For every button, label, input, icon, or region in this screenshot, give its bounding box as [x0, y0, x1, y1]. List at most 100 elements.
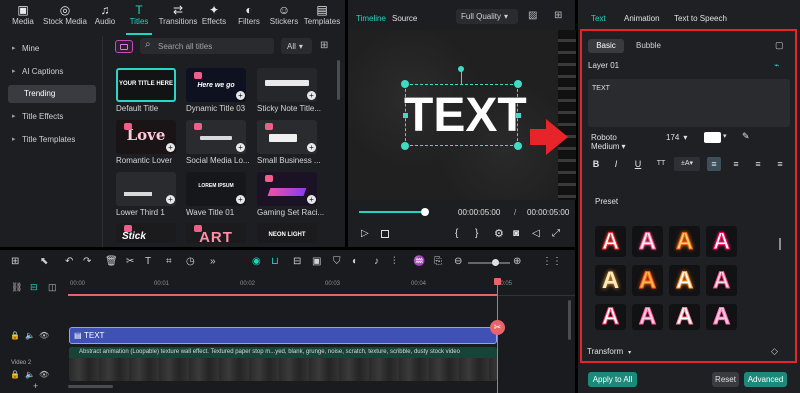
transform-section[interactable]: Transform ▾	[587, 347, 631, 356]
image-icon[interactable]: ▣	[312, 256, 321, 267]
playhead-marker[interactable]	[494, 278, 501, 285]
preset-item[interactable]: A	[669, 265, 700, 296]
preview-title-text[interactable]: TEXT	[404, 86, 527, 146]
timeline-scrollbar-v[interactable]	[568, 300, 571, 340]
toolbar-media[interactable]: ▣ Media	[2, 3, 44, 26]
color-icon[interactable]: ◐	[352, 256, 358, 267]
preset-item[interactable]: A	[595, 265, 626, 296]
preset-item[interactable]: A	[632, 226, 663, 257]
sidebar-item-trending[interactable]: Trending	[8, 85, 96, 103]
resize-handle[interactable]	[514, 80, 522, 88]
title-thumbnail-stick[interactable]: Stick	[116, 223, 176, 243]
toolbar-stock-media[interactable]: ◎ Stock Media	[41, 3, 89, 26]
add-icon[interactable]: +	[236, 143, 245, 152]
title-thumbnail-sticky[interactable]: +	[257, 68, 317, 102]
apply-to-all-button[interactable]: Apply to All	[588, 372, 637, 387]
shield-icon[interactable]: ⛉	[333, 256, 341, 267]
timeline-playhead[interactable]	[497, 279, 498, 393]
resize-handle[interactable]	[401, 142, 409, 150]
title-thumbnail-social[interactable]: +	[186, 120, 246, 154]
resize-handle[interactable]	[514, 142, 522, 150]
sidebar-item-ai-captions[interactable]: ▸ AI Captions	[8, 63, 96, 81]
title-thumbnail-gaming[interactable]: +	[257, 172, 317, 206]
library-scrollbar[interactable]	[337, 60, 340, 100]
select-tool-icon[interactable]: ⬉	[40, 256, 48, 267]
more-icon[interactable]: »	[210, 256, 216, 267]
search-box[interactable]: ⌕ Search all titles	[140, 38, 274, 54]
cut-icon[interactable]: ✂	[126, 256, 134, 267]
title-thumbnail-neon[interactable]: NEON LIGHT	[257, 223, 317, 243]
preset-scrollbar[interactable]	[779, 238, 781, 250]
title-thumbnail-dynamic[interactable]: Here we go +	[186, 68, 246, 102]
underline-button[interactable]: U	[632, 157, 644, 171]
mixer-icon[interactable]: ⫶	[393, 256, 396, 267]
split-scissors-icon[interactable]: ✂	[490, 320, 505, 335]
mark-in-icon[interactable]: {	[455, 228, 458, 239]
spacing-dropdown[interactable]: ±A▾	[674, 157, 700, 171]
preset-item[interactable]: A	[632, 265, 663, 296]
subtab-basic[interactable]: Basic	[588, 39, 624, 53]
add-icon[interactable]: +	[166, 195, 175, 204]
text-input-area[interactable]	[588, 79, 790, 127]
grid-view-icon[interactable]: ⊞	[320, 40, 328, 51]
title-thumbnail-default[interactable]: YOUR TITLE HERE	[116, 68, 176, 102]
snapshot-view-icon[interactable]: ▨	[528, 10, 537, 21]
text-clip[interactable]: ▤ TEXT	[69, 327, 497, 344]
tab-text[interactable]: Text	[591, 14, 606, 23]
mute-icon[interactable]: 🔈	[25, 331, 35, 340]
mark-out-icon[interactable]: }	[475, 228, 478, 239]
resize-handle[interactable]	[403, 113, 408, 118]
settings-icon[interactable]: ⚙	[494, 227, 504, 240]
zoom-slider[interactable]	[468, 262, 510, 264]
preset-item[interactable]: A	[669, 303, 700, 330]
add-track-icon[interactable]: +	[33, 381, 38, 391]
ai-icon[interactable]: ◉	[252, 256, 261, 267]
delete-icon[interactable]: 🗑	[105, 256, 118, 267]
split-icon[interactable]: ⊟	[293, 256, 301, 267]
title-thumbnail-romantic[interactable]: Love +	[116, 120, 176, 154]
zoom-knob[interactable]	[492, 259, 499, 266]
quality-dropdown[interactable]: Full Quality ▾	[456, 9, 518, 24]
zoom-out-icon[interactable]: ⊖	[454, 256, 462, 267]
title-thumbnail-wave[interactable]: LOREM IPSUM +	[186, 172, 246, 206]
playhead-knob[interactable]	[420, 208, 429, 216]
grid-display-icon[interactable]: ⊞	[554, 10, 562, 21]
eye-icon[interactable]: 👁	[39, 331, 49, 340]
toolbar-stickers[interactable]: ☺ Stickers	[263, 3, 305, 26]
search-input[interactable]: Search all titles	[158, 42, 212, 51]
sidebar-item-title-effects[interactable]: ▸ Title Effects	[8, 108, 96, 126]
bold-button[interactable]: B	[590, 157, 602, 171]
preset-item[interactable]: A	[706, 265, 737, 296]
zoom-in-icon[interactable]: ⊕	[513, 256, 521, 267]
preset-item[interactable]: A	[595, 303, 626, 330]
microphone-icon[interactable]: ♪	[374, 256, 379, 267]
text-color-swatch[interactable]	[704, 132, 721, 143]
add-icon[interactable]: +	[307, 143, 316, 152]
crop-icon[interactable]: ⌗	[166, 256, 172, 267]
grid-toggle-icon[interactable]: ⋮⋮	[542, 256, 562, 267]
title-thumbnail-lower-third[interactable]: +	[116, 172, 176, 206]
chevron-down-icon[interactable]: ▾	[723, 132, 727, 140]
align-right-button[interactable]: ≡	[752, 157, 764, 171]
preset-item[interactable]: A	[669, 226, 700, 257]
speed-icon[interactable]: ◷	[186, 256, 195, 267]
marker-icon[interactable]: ◫	[48, 282, 57, 293]
resize-handle[interactable]	[401, 80, 409, 88]
text-input-value[interactable]: TEXT	[592, 85, 610, 92]
sidebar-item-title-templates[interactable]: ▸ Title Templates	[8, 131, 96, 149]
tab-source[interactable]: Source	[392, 14, 417, 23]
title-thumbnail-business[interactable]: +	[257, 120, 317, 154]
camera-icon[interactable]: ◙	[513, 228, 519, 239]
layout-icon[interactable]: ⊞	[11, 256, 19, 267]
add-icon[interactable]: +	[236, 195, 245, 204]
save-preset-icon[interactable]: ▢	[775, 40, 784, 51]
toolbar-templates[interactable]: ▤ Templates	[300, 3, 344, 26]
volume-icon[interactable]: ◁	[532, 228, 540, 239]
loop-range[interactable]	[68, 294, 498, 296]
reset-button[interactable]: Reset	[712, 372, 739, 387]
resize-handle[interactable]	[516, 113, 521, 118]
export-icon[interactable]: ⎘	[434, 256, 442, 267]
link-icon[interactable]: ⛓	[11, 282, 22, 293]
keyframe-icon[interactable]: ⌁	[774, 60, 779, 71]
lock-icon[interactable]: 🔒	[10, 331, 20, 340]
